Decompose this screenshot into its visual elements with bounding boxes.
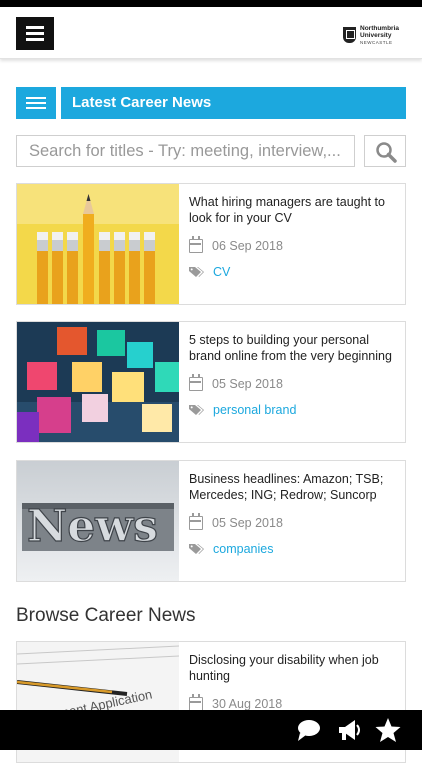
news-tag[interactable]: companies (213, 542, 273, 556)
tag-icon (189, 544, 204, 554)
tag-icon (189, 405, 204, 415)
star-icon[interactable] (374, 716, 402, 744)
calendar-icon (189, 513, 203, 530)
search-input[interactable]: Search for titles - Try: meeting, interv… (16, 135, 355, 167)
megaphone-icon[interactable] (335, 716, 363, 744)
browse-news-date: 30 Aug 2018 (212, 697, 283, 711)
search-button[interactable] (364, 135, 406, 167)
list-icon-bar (26, 102, 46, 104)
menu-icon-bar (26, 38, 44, 41)
menu-icon (26, 26, 44, 29)
news-date: 05 Sep 2018 (212, 377, 283, 391)
news-card[interactable]: News Business headlines: Amazon; TSB; Me… (16, 460, 406, 582)
browse-news-title[interactable]: Disclosing your disability when job hunt… (189, 652, 399, 686)
university-logo[interactable]: Northumbria University NEWCASTLE (343, 24, 399, 45)
search-icon (376, 142, 397, 163)
news-card[interactable]: 5 steps to building your personal brand … (16, 321, 406, 443)
list-icon (26, 97, 46, 99)
tag-icon (189, 267, 204, 277)
news-title[interactable]: 5 steps to building your personal brand … (189, 332, 399, 366)
svg-text:News: News (27, 501, 158, 552)
news-tag[interactable]: CV (213, 265, 230, 279)
calendar-icon (189, 374, 203, 391)
crest-icon (343, 27, 356, 43)
menu-button[interactable] (16, 17, 54, 50)
news-tag[interactable]: personal brand (213, 403, 296, 417)
news-card[interactable]: What hiring managers are taught to look … (16, 183, 406, 305)
menu-icon-bar (26, 32, 44, 35)
bottom-toolbar (0, 710, 422, 750)
calendar-icon (189, 694, 203, 711)
section-title: Latest Career News (61, 87, 406, 119)
pencils-image (17, 184, 179, 304)
app-header: Northumbria University NEWCASTLE (0, 7, 422, 59)
list-menu-button[interactable] (16, 87, 56, 119)
news-date: 06 Sep 2018 (212, 239, 283, 253)
list-icon-bar (26, 107, 46, 109)
status-strip (0, 0, 422, 7)
chat-icon[interactable] (295, 716, 323, 744)
logo-line-3: NEWCASTLE (360, 39, 393, 45)
section-header: Latest Career News (16, 87, 406, 119)
blocks-image (17, 322, 179, 442)
logo-line-1: Northumbria (360, 24, 399, 32)
news-date: 05 Sep 2018 (212, 516, 283, 530)
news-title[interactable]: Business headlines: Amazon; TSB; Mercede… (189, 471, 399, 505)
news-title[interactable]: What hiring managers are taught to look … (189, 194, 399, 228)
news-letters-image: News (17, 461, 179, 581)
logo-line-2: University (360, 31, 392, 39)
calendar-icon (189, 236, 203, 253)
browse-title: Browse Career News (16, 605, 196, 626)
